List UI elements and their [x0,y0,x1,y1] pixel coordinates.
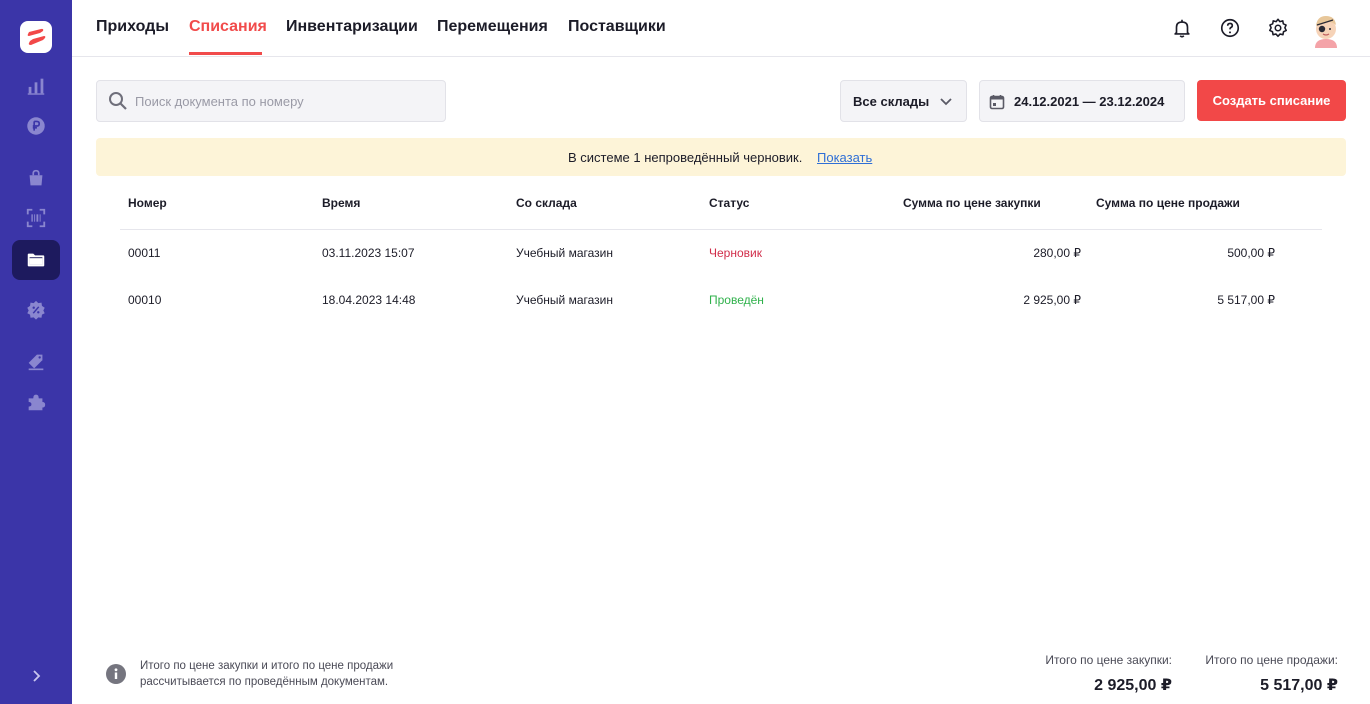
tags-icon [28,354,44,371]
chevron-right-icon [33,670,41,682]
notifications-button[interactable] [1170,16,1194,40]
cell-sale-sum: 500,00 ₽ [1227,246,1275,260]
bell-icon [1174,19,1190,38]
avatar-icon [1315,16,1337,48]
folder-icon [27,253,45,267]
warehouse-select[interactable]: Все склады [840,80,967,122]
sale-total-label: Итого по цене продажи: [1205,653,1338,667]
sidebar-item-discounts[interactable] [12,290,60,330]
totals-footnote: Итого по цене закупки и итого по цене пр… [140,660,394,688]
bar-chart-icon [27,78,45,95]
tab-transfers[interactable]: Перемещения [437,18,548,36]
sidebar-item-goods[interactable] [12,198,60,238]
info-icon [106,664,126,684]
column-header-time[interactable]: Время [322,196,360,210]
sidebar-item-finance[interactable] [12,106,60,146]
shopping-bag-icon [29,169,43,186]
document-search[interactable] [96,80,446,122]
puzzle-icon [28,394,46,411]
calendar-icon [989,95,1005,110]
tab-receipts[interactable]: Приходы [96,18,169,36]
logo-icon [27,28,46,45]
cell-status-posted: Проведён [709,293,764,307]
date-range-value: 24.12.2021 — 23.12.2024 [1014,94,1165,109]
sidebar-item-apps[interactable] [12,382,60,422]
column-header-warehouse[interactable]: Со склада [516,196,577,210]
purchase-total-value: 2 925,00 ₽ [1094,677,1172,694]
chevron-down-icon [940,98,952,106]
cell-sale-sum: 5 517,00 ₽ [1217,293,1275,307]
cell-warehouse: Учебный магазин [516,293,613,307]
sidebar-item-analytics[interactable] [12,66,60,106]
barcode-scan-icon [26,208,46,228]
create-write-off-button[interactable]: Создать списание [1197,80,1346,121]
draft-notice-text: В системе 1 непроведённый черновик. [568,150,803,165]
column-header-purchase-sum[interactable]: Сумма по цене закупки [903,196,1041,210]
sidebar-item-documents[interactable] [12,240,60,280]
question-circle-icon [1220,18,1240,38]
active-tab-indicator [189,52,262,55]
search-icon [109,92,127,110]
show-drafts-link[interactable]: Показать [817,150,872,165]
gear-icon [1268,18,1288,38]
sidebar-expand-button[interactable] [24,664,48,688]
tab-inventories[interactable]: Инвентаризации [286,18,418,36]
date-range-picker[interactable]: 24.12.2021 — 23.12.2024 [979,80,1185,122]
search-input[interactable] [135,81,435,121]
cell-number: 00011 [128,246,161,260]
purchase-total-label: Итого по цене закупки: [1045,653,1172,667]
user-avatar[interactable] [1311,12,1341,48]
cell-purchase-sum: 2 925,00 ₽ [1023,293,1081,307]
top-nav: Приходы Списания Инвентаризации Перемеще… [72,0,1370,57]
draft-notice-banner: В системе 1 непроведённый черновик. Пока… [96,138,1346,176]
column-header-sale-sum[interactable]: Сумма по цене продажи [1096,196,1240,210]
cell-time: 03.11.2023 15:07 [322,246,415,260]
cell-number: 00010 [128,293,162,307]
app-logo[interactable] [20,21,52,53]
column-header-number[interactable]: Номер [128,196,167,210]
help-button[interactable] [1218,16,1242,40]
sidebar [0,0,72,704]
ruble-coin-icon [27,117,45,135]
tab-write-offs[interactable]: Списания [189,18,267,36]
sidebar-item-sales[interactable] [12,158,60,198]
column-header-status[interactable]: Статус [709,196,749,210]
sidebar-item-marketing[interactable] [12,342,60,382]
discount-badge-icon [27,300,45,320]
cell-purchase-sum: 280,00 ₽ [1033,246,1081,260]
warehouse-select-value: Все склады [853,94,930,109]
table-row[interactable]: 00010 18.04.2023 14:48 Учебный магазин П… [120,277,1322,321]
settings-button[interactable] [1266,16,1290,40]
cell-time: 18.04.2023 14:48 [322,293,416,307]
table-row[interactable]: 00011 03.11.2023 15:07 Учебный магазин Ч… [120,230,1322,274]
tab-suppliers[interactable]: Поставщики [568,18,666,36]
cell-warehouse: Учебный магазин [516,246,613,260]
cell-status-draft: Черновик [709,246,762,260]
sale-total-value: 5 517,00 ₽ [1260,677,1338,694]
